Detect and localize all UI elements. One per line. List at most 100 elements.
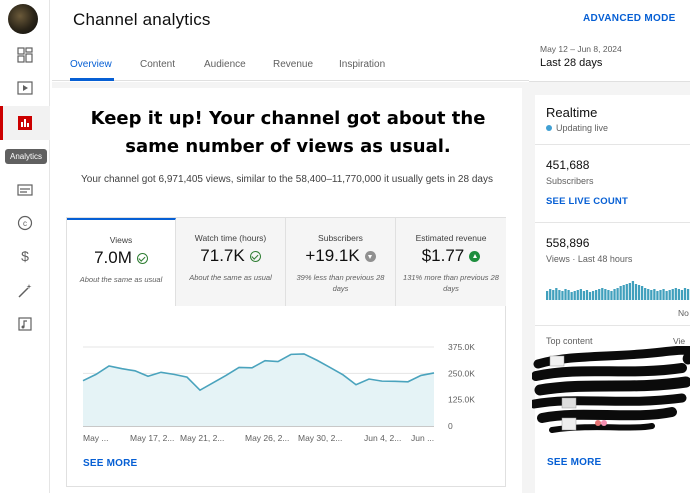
divider	[535, 144, 690, 145]
realtime-bar	[613, 289, 616, 300]
channel-avatar[interactable]	[8, 4, 38, 34]
sidebar-active-indicator	[0, 106, 3, 140]
x-tick-label: Jun 4, 2...	[364, 433, 401, 443]
subtitles-icon[interactable]	[14, 179, 36, 201]
realtime-bar	[677, 289, 681, 300]
analytics-icon[interactable]	[14, 112, 36, 134]
copyright-icon[interactable]: c	[14, 212, 36, 234]
realtime-bar	[555, 288, 558, 300]
realtime-bar	[659, 290, 662, 300]
x-tick-label: May 17, 2...	[130, 433, 174, 443]
realtime-title: Realtime	[546, 105, 598, 120]
realtime-status-text: Updating live	[556, 123, 609, 133]
realtime-bar	[650, 290, 653, 300]
realtime-bar	[607, 290, 610, 300]
left-sidebar: Analytics c $	[0, 0, 50, 493]
tab-content[interactable]: Content	[140, 59, 175, 70]
tab-inspiration[interactable]: Inspiration	[339, 59, 385, 70]
date-range[interactable]: May 12 – Jun 8, 2024	[540, 44, 622, 54]
realtime-bar	[637, 285, 641, 300]
metric-subscribers[interactable]: Subscribers +19.1K 39% less than previou…	[286, 218, 396, 306]
content-icon[interactable]	[14, 77, 36, 99]
advanced-mode-button[interactable]: ADVANCED MODE	[583, 13, 676, 24]
earn-icon[interactable]: $	[14, 245, 36, 267]
metric-watch-time[interactable]: Watch time (hours) 71.7K About the same …	[176, 218, 286, 306]
metric-value: +19.1K	[305, 246, 360, 265]
svg-text:$: $	[21, 248, 29, 264]
realtime-bar	[570, 292, 573, 300]
views-chart[interactable]: 375.0K 250.0K 125.0K 0 May ... May 17, 2... Ma…	[78, 335, 488, 447]
customization-icon[interactable]	[14, 280, 36, 302]
metric-value-row: +19.1K	[286, 246, 395, 266]
metric-value-row: 71.7K	[176, 246, 285, 266]
arrow-up-icon	[469, 250, 481, 262]
realtime-bar	[576, 290, 579, 300]
metric-views[interactable]: Views 7.0M About the same as usual	[67, 218, 176, 306]
realtime-bar	[598, 289, 601, 300]
realtime-bar	[622, 285, 625, 300]
x-tick-label: May ...	[83, 433, 109, 443]
top-content-label: Top content	[546, 336, 593, 346]
metric-label: Subscribers	[318, 233, 363, 243]
realtime-status: Updating live	[546, 123, 608, 133]
realtime-views-value: 558,896	[546, 236, 590, 250]
dashboard-icon[interactable]	[14, 44, 36, 66]
summary-subtext: Your channel got 6,971,405 views, simila…	[81, 174, 493, 185]
tab-overview[interactable]: Overview	[70, 59, 112, 70]
realtime-bar	[552, 290, 555, 300]
realtime-bar	[595, 290, 598, 300]
metric-value-row: 7.0M	[67, 248, 175, 268]
x-tick-label: May 21, 2...	[180, 433, 224, 443]
metric-revenue[interactable]: Estimated revenue $1.77 131% more than p…	[396, 218, 506, 306]
realtime-bar	[686, 289, 690, 300]
tab-audience[interactable]: Audience	[204, 59, 246, 70]
realtime-bar	[585, 290, 589, 300]
active-tab-indicator	[70, 78, 114, 81]
sidebar-tooltip: Analytics	[5, 149, 48, 164]
metric-label: Views	[109, 235, 133, 245]
realtime-bar	[546, 291, 549, 300]
realtime-bar	[549, 289, 552, 300]
realtime-see-more-button[interactable]: SEE MORE	[547, 457, 601, 468]
page-title: Channel analytics	[73, 10, 211, 29]
realtime-bar	[644, 288, 647, 300]
realtime-bar	[640, 286, 644, 300]
realtime-bar	[680, 290, 684, 300]
x-tick-label: May 30, 2...	[298, 433, 342, 443]
realtime-bar	[558, 290, 561, 300]
tab-revenue[interactable]: Revenue	[273, 59, 313, 70]
metric-label: Estimated revenue	[415, 233, 487, 243]
see-live-count-button[interactable]: SEE LIVE COUNT	[546, 196, 628, 207]
divider	[535, 222, 690, 223]
realtime-bar	[567, 290, 570, 300]
metric-value-row: $1.77	[396, 246, 506, 266]
truncated-label: No	[678, 308, 689, 318]
realtime-bar	[588, 292, 592, 300]
realtime-subscribers-value: 451,688	[546, 158, 590, 172]
realtime-bar	[665, 291, 668, 300]
metric-note: 39% less than previous 28 days	[296, 273, 385, 293]
realtime-views-bars[interactable]	[546, 278, 690, 302]
audio-library-icon[interactable]	[14, 313, 36, 335]
metric-note: 131% more than previous 28 days	[403, 273, 499, 293]
date-period-selector[interactable]: Last 28 days	[540, 57, 602, 69]
metric-note: About the same as usual	[189, 273, 272, 282]
svg-text:c: c	[23, 219, 27, 228]
realtime-bar	[579, 289, 582, 300]
y-tick-label: 125.0K	[448, 395, 475, 405]
metric-value: 7.0M	[94, 248, 132, 267]
realtime-bar	[671, 289, 674, 300]
divider	[535, 325, 690, 326]
realtime-bar	[628, 283, 631, 300]
realtime-bar	[656, 291, 659, 300]
realtime-bar	[564, 289, 567, 300]
realtime-bar	[634, 284, 638, 300]
realtime-bar	[653, 289, 656, 300]
realtime-views-label: Views · Last 48 hours	[546, 254, 633, 264]
realtime-bar	[591, 291, 595, 300]
redaction-scribble	[532, 346, 690, 433]
realtime-bar	[631, 281, 635, 300]
realtime-subscribers-label: Subscribers	[546, 176, 594, 186]
see-more-button[interactable]: SEE MORE	[83, 458, 137, 469]
tab-bar: Overview Content Audience Revenue Inspir…	[52, 44, 529, 81]
